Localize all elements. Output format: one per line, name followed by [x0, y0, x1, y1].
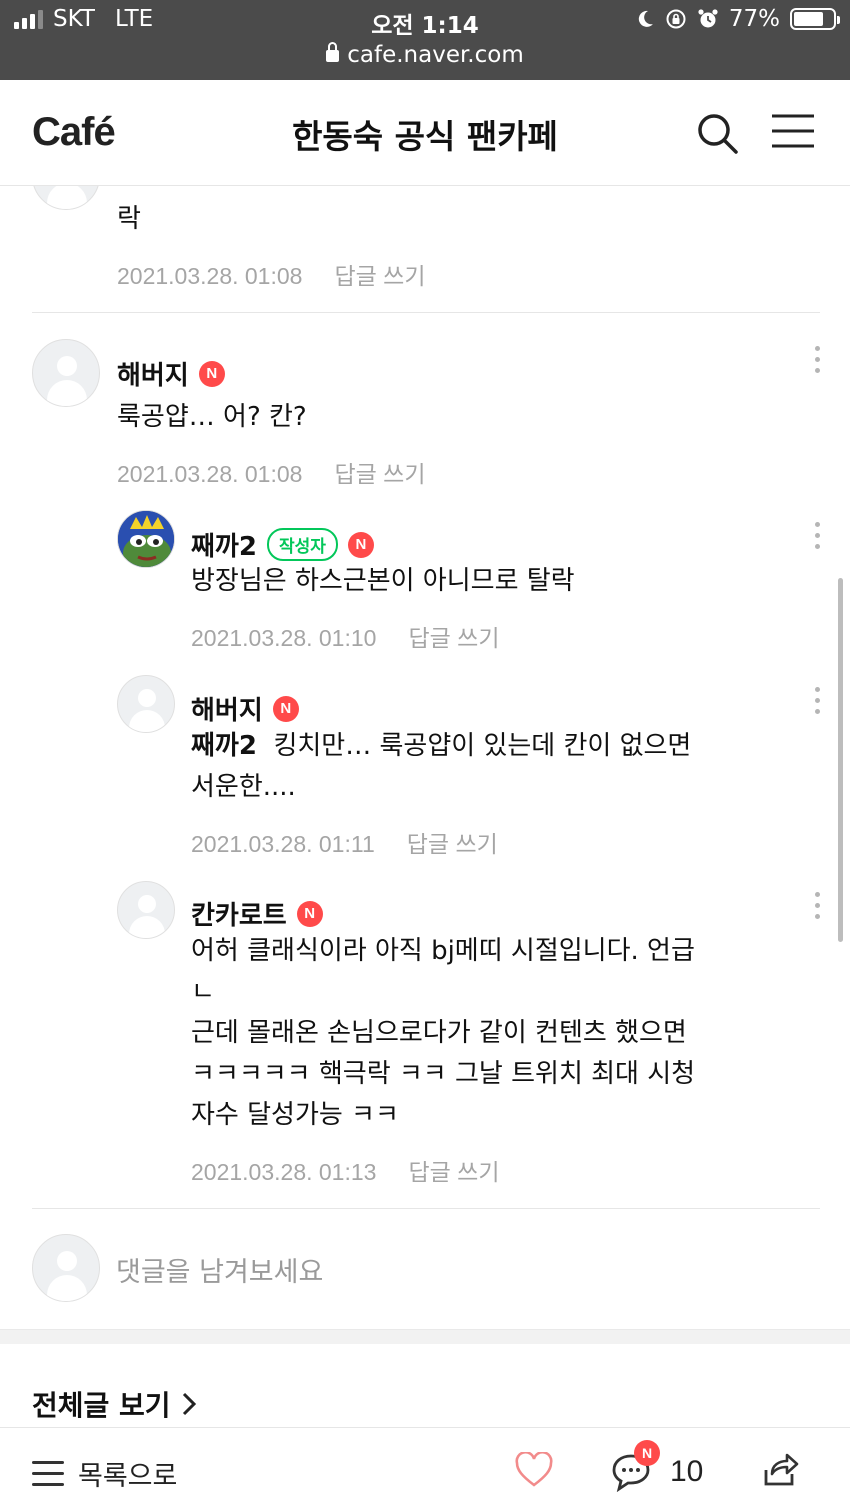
rotation-lock-icon: [666, 9, 686, 29]
author-name: 해버지: [117, 361, 189, 391]
comment-meta: 2021.03.28. 01:08 답글 쓰기: [117, 455, 425, 489]
section-divider: [0, 1329, 850, 1344]
battery-percent: 77%: [728, 6, 780, 32]
comment-date: 2021.03.28. 01:08: [117, 263, 303, 289]
comment-text-line: 어허 클래식이라 아직 bj메띠 시절입니다. 언급: [191, 936, 695, 966]
comment-date: 2021.03.28. 01:13: [191, 1159, 377, 1185]
avatar[interactable]: [117, 675, 175, 733]
new-badge: N: [198, 360, 225, 387]
comment-meta: 2021.03.28. 01:11 답글 쓰기: [191, 825, 498, 859]
avatar[interactable]: [117, 881, 175, 939]
comment-author[interactable]: 해버지 N: [191, 690, 299, 727]
reply-button[interactable]: 답글 쓰기: [334, 461, 425, 487]
divider: [32, 1208, 820, 1209]
more-options-icon[interactable]: [811, 522, 823, 556]
comment-text-line: 근데 몰래온 손님으로다가 같이 컨텐츠 했으면: [191, 1018, 687, 1048]
comment-text-line: 서운한....: [191, 772, 296, 802]
comment-text-line: ㅋㅋㅋㅋㅋ 핵극락 ㅋㅋ 그날 트위치 최대 시청: [191, 1059, 696, 1089]
list-icon: [32, 1461, 64, 1486]
new-badge: N: [347, 531, 374, 558]
search-icon[interactable]: [694, 110, 740, 156]
comment-date: 2021.03.28. 01:11: [191, 831, 375, 857]
status-bar: SKT LTE 오전 1:14 77% cafe.naver.com: [0, 0, 850, 80]
comment-text: 어허 클래식이라 아직 bj메띠 시절입니다. 언급 ㄴ 근데 몰래온 손님으로…: [191, 931, 761, 1136]
pepe-avatar-icon: [118, 511, 174, 567]
author-name: 해버지: [191, 696, 263, 726]
reply-button[interactable]: 답글 쓰기: [408, 625, 499, 651]
all-posts-label: 전체글 보기: [32, 1389, 171, 1422]
more-options-icon[interactable]: [811, 346, 823, 380]
comment-text: 방장님은 하스근본이 아니므로 탈락: [191, 566, 575, 596]
comment-input[interactable]: 댓글을 남겨보세요: [116, 1250, 323, 1289]
url-text: cafe.naver.com: [347, 42, 524, 68]
lock-icon: [326, 42, 340, 62]
comment-date: 2021.03.28. 01:10: [191, 625, 377, 651]
avatar-pepe[interactable]: [117, 510, 175, 568]
list-button[interactable]: 목록으로: [32, 1454, 177, 1493]
comment-meta: 2021.03.28. 01:10 답글 쓰기: [191, 619, 499, 653]
share-icon[interactable]: [760, 1450, 800, 1490]
status-icons: 77%: [635, 6, 840, 32]
chevron-right-icon: [182, 1392, 196, 1416]
mention[interactable]: 째까2: [191, 731, 257, 761]
comment-author[interactable]: 해버지 N: [117, 355, 225, 392]
author-name: 칸카로트: [191, 901, 287, 931]
my-avatar: [32, 1234, 100, 1302]
more-options-icon[interactable]: [811, 687, 823, 721]
comment-new-badge: N: [634, 1440, 660, 1466]
comment-text-line: ㄴ: [191, 977, 215, 1007]
comment-text-line: 자수 달성가능 ㅋㅋ: [191, 1100, 399, 1130]
comment-meta: 2021.03.28. 01:13 답글 쓰기: [191, 1153, 499, 1187]
moon-icon: [638, 10, 653, 27]
menu-icon[interactable]: [770, 113, 816, 151]
comment-date: 2021.03.28. 01:08: [117, 461, 303, 487]
comment-text: 락: [117, 204, 141, 234]
comment-author[interactable]: 칸카로트 N: [191, 895, 323, 932]
all-posts-link[interactable]: 전체글 보기: [32, 1384, 197, 1424]
comment-text-line: 킹치만… 룩공얍이 있는데 칸이 없으면: [273, 731, 692, 761]
comment-author[interactable]: 째까2 작성자 N: [191, 526, 374, 563]
divider: [32, 312, 820, 313]
comment-count: 10: [670, 1455, 704, 1488]
reply-button[interactable]: 답글 쓰기: [407, 831, 498, 857]
bottom-bar: 목록으로 N 10: [0, 1427, 850, 1512]
scrollbar[interactable]: [838, 578, 843, 942]
heart-icon[interactable]: [514, 1452, 554, 1488]
new-badge: N: [296, 900, 323, 927]
writer-badge: 작성자: [266, 528, 338, 561]
comment-text: 째까2 킹치만… 룩공얍이 있는데 칸이 없으면 서운한....: [191, 726, 761, 808]
battery-icon: [790, 8, 840, 30]
new-badge: N: [272, 695, 299, 722]
more-options-icon[interactable]: [811, 892, 823, 926]
url-bar[interactable]: cafe.naver.com: [0, 42, 850, 68]
list-label: 목록으로: [78, 1461, 178, 1492]
reply-button[interactable]: 답글 쓰기: [408, 1159, 499, 1185]
reply-button[interactable]: 답글 쓰기: [334, 263, 425, 289]
comment-text: 룩공얍… 어? 칸?: [117, 402, 307, 432]
comment-meta: 2021.03.28. 01:08 답글 쓰기: [117, 257, 425, 291]
author-name: 째까2: [191, 532, 257, 562]
avatar[interactable]: [32, 339, 100, 407]
alarm-icon: [698, 9, 718, 28]
